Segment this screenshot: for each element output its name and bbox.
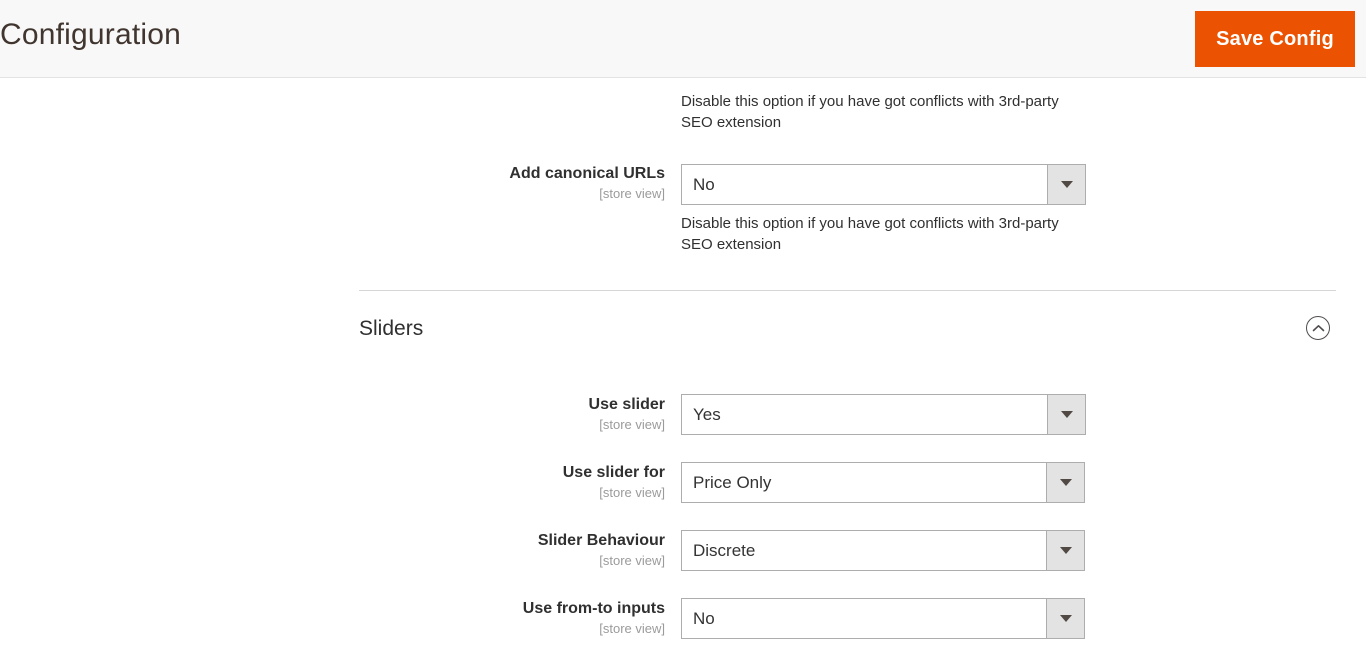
- field-scope-text: [store view]: [599, 553, 665, 568]
- chevron-up-circle-icon[interactable]: [1306, 316, 1330, 340]
- chevron-down-icon[interactable]: [1046, 463, 1084, 502]
- field-label-text: Use from-to inputs: [522, 600, 665, 617]
- chevron-down-icon[interactable]: [1047, 395, 1085, 434]
- page-title: Configuration: [0, 18, 182, 51]
- chevron-down-icon[interactable]: [1046, 531, 1084, 570]
- field-label-text: Slider Behaviour: [537, 532, 665, 549]
- select-value-use-slider-for: Price Only: [682, 463, 1046, 502]
- field-label-use-slider-for: Use slider for [store view]: [300, 463, 665, 501]
- field-scope-text: [store view]: [599, 186, 665, 201]
- field-label-slider-behaviour: Slider Behaviour [store view]: [300, 531, 665, 569]
- field-label-add-canonical-urls: Add canonical URLs [store view]: [300, 164, 665, 202]
- select-value-slider-behaviour: Discrete: [682, 531, 1046, 570]
- field-label-text: Use slider: [588, 396, 665, 413]
- chevron-down-icon[interactable]: [1047, 165, 1085, 204]
- select-use-slider-for[interactable]: Price Only: [681, 462, 1085, 503]
- field-scope-text: [store view]: [599, 485, 665, 500]
- field-label-text: Add canonical URLs: [509, 165, 665, 182]
- field-label-use-slider: Use slider [store view]: [300, 395, 665, 433]
- select-slider-behaviour[interactable]: Discrete: [681, 530, 1085, 571]
- field-scope-text: [store view]: [599, 621, 665, 636]
- select-use-slider[interactable]: Yes: [681, 394, 1086, 435]
- field-label-use-from-to-inputs: Use from-to inputs [store view]: [300, 599, 665, 637]
- help-text-previous-field: Disable this option if you have got conf…: [681, 93, 1059, 131]
- field-label-text: Use slider for: [562, 464, 665, 481]
- select-value-use-from-to-inputs: No: [682, 599, 1046, 638]
- help-text-add-canonical-urls: Disable this option if you have got conf…: [681, 215, 1059, 253]
- field-scope-text: [store view]: [599, 417, 665, 432]
- save-config-button[interactable]: Save Config: [1195, 11, 1355, 67]
- chevron-down-icon[interactable]: [1046, 599, 1084, 638]
- configuration-content: Disable this option if you have got conf…: [0, 78, 1366, 652]
- select-use-from-to-inputs[interactable]: No: [681, 598, 1085, 639]
- page-header: Configuration Save Config: [0, 0, 1366, 78]
- select-add-canonical-urls[interactable]: No: [681, 164, 1086, 205]
- section-header-sliders[interactable]: Sliders: [359, 316, 1336, 356]
- select-value-add-canonical-urls: No: [682, 165, 1047, 204]
- section-divider: [359, 290, 1336, 291]
- select-value-use-slider: Yes: [682, 395, 1047, 434]
- section-title-sliders: Sliders: [359, 317, 424, 340]
